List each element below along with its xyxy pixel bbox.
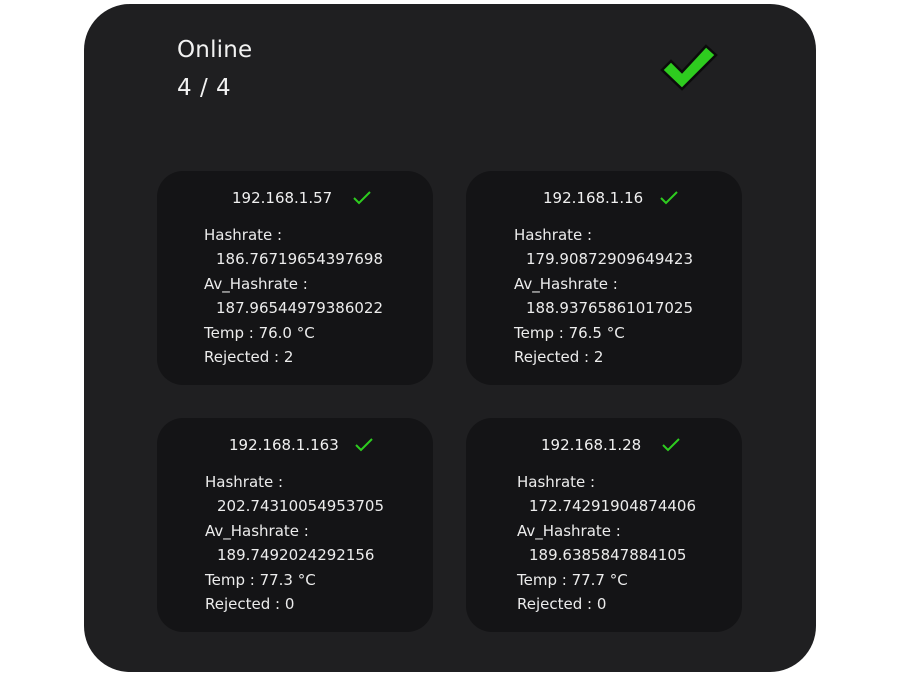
miner-ip: 192.168.1.163 bbox=[229, 436, 339, 454]
hashrate-value: 172.74291904874406 bbox=[529, 497, 697, 516]
checkmark-icon bbox=[660, 191, 678, 205]
miner-metrics: Hashrate : 172.74291904874406 Av_Hashrat… bbox=[517, 470, 696, 616]
hashrate-value: 179.90872909649423 bbox=[526, 250, 694, 269]
miner-ip: 192.168.1.28 bbox=[541, 436, 642, 454]
miner-card: 192.168.1.16 Hashrate : 179.908729096494… bbox=[466, 171, 742, 385]
checkmark-icon bbox=[662, 438, 680, 452]
miner-metrics: Hashrate : 186.76719654397698 Av_Hashrat… bbox=[204, 223, 383, 369]
av-hashrate-label: Av_Hashrate : bbox=[517, 521, 621, 540]
rejected-count: Rejected : 0 bbox=[517, 595, 607, 614]
checkmark-icon bbox=[660, 44, 718, 91]
rejected-count: Rejected : 2 bbox=[514, 348, 604, 367]
miner-card: 192.168.1.163 Hashrate : 202.74310054953… bbox=[157, 418, 433, 632]
av-hashrate-value: 188.93765861017025 bbox=[526, 299, 694, 318]
online-count: 4 / 4 bbox=[177, 75, 232, 101]
av-hashrate-label: Av_Hashrate : bbox=[514, 274, 618, 293]
av-hashrate-value: 189.7492024292156 bbox=[217, 546, 375, 565]
hashrate-label: Hashrate : bbox=[517, 473, 596, 491]
miner-metrics: Hashrate : 202.74310054953705 Av_Hashrat… bbox=[205, 470, 384, 616]
hashrate-value: 202.74310054953705 bbox=[217, 497, 385, 516]
miner-card: 192.168.1.28 Hashrate : 172.742919048744… bbox=[466, 418, 742, 632]
av-hashrate-label: Av_Hashrate : bbox=[205, 521, 309, 540]
miner-status-panel: Online 4 / 4 192.168.1.57 Hashrate : 186… bbox=[84, 4, 816, 672]
miner-metrics: Hashrate : 179.90872909649423 Av_Hashrat… bbox=[514, 223, 693, 369]
miner-ip: 192.168.1.57 bbox=[232, 189, 333, 207]
temperature: Temp : 77.3 °C bbox=[205, 570, 316, 589]
av-hashrate-label: Av_Hashrate : bbox=[204, 274, 308, 293]
av-hashrate-value: 187.96544979386022 bbox=[216, 299, 384, 318]
rejected-count: Rejected : 0 bbox=[205, 595, 295, 614]
av-hashrate-value: 189.6385847884105 bbox=[529, 546, 687, 565]
temperature: Temp : 76.5 °C bbox=[514, 323, 625, 342]
rejected-count: Rejected : 2 bbox=[204, 348, 294, 367]
temperature: Temp : 76.0 °C bbox=[204, 323, 315, 342]
hashrate-label: Hashrate : bbox=[205, 473, 284, 491]
hashrate-label: Hashrate : bbox=[204, 226, 283, 244]
hashrate-label: Hashrate : bbox=[514, 226, 593, 244]
status-title: Online bbox=[177, 37, 253, 63]
checkmark-icon bbox=[353, 191, 371, 205]
hashrate-value: 186.76719654397698 bbox=[216, 250, 384, 269]
miner-ip: 192.168.1.16 bbox=[543, 189, 644, 207]
temperature: Temp : 77.7 °C bbox=[517, 570, 628, 589]
miner-card: 192.168.1.57 Hashrate : 186.767196543976… bbox=[157, 171, 433, 385]
checkmark-icon bbox=[355, 438, 373, 452]
